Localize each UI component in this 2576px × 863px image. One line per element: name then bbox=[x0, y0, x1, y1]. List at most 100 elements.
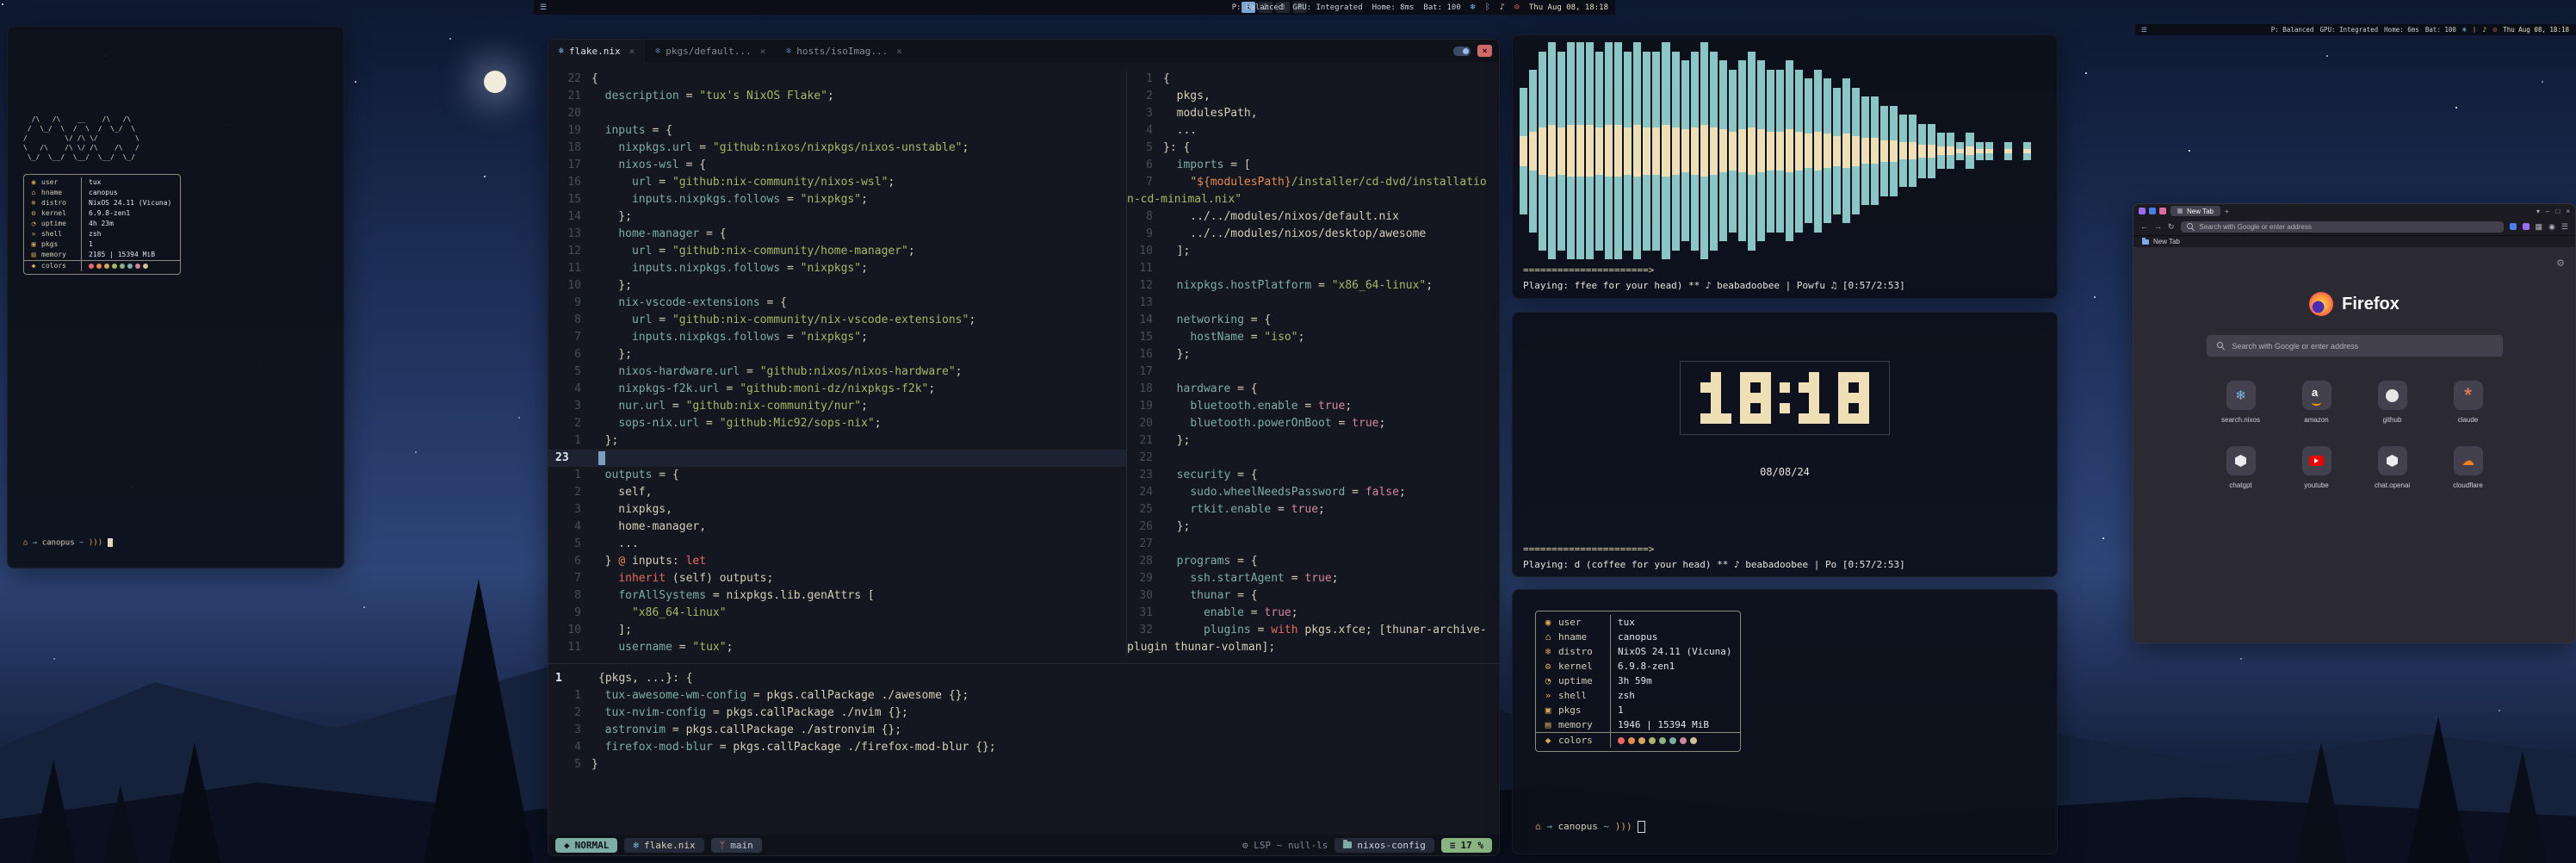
tab-close-icon[interactable]: × bbox=[629, 46, 635, 57]
browser-tab[interactable]: New Tab bbox=[2170, 206, 2220, 216]
code-text: nixpkgs.hostPlatform = "x86_64-linux"; bbox=[1163, 277, 1433, 295]
menu-icon[interactable]: ☰ bbox=[2561, 222, 2568, 232]
newtab-search-input[interactable]: Search with Google or enter address bbox=[2207, 335, 2503, 357]
bookmark-item[interactable]: New Tab bbox=[2153, 238, 2180, 245]
line-number: 3 bbox=[548, 501, 591, 518]
line-number: 1 bbox=[548, 467, 591, 484]
shortcut-tile[interactable]: aamazon bbox=[2279, 381, 2355, 424]
fetch-label: colors bbox=[38, 260, 81, 271]
personalize-gear-icon[interactable]: ⚙ bbox=[2556, 258, 2565, 269]
code-text: inherit (self) outputs; bbox=[591, 570, 773, 587]
editor-tab[interactable]: ❄flake.nix× bbox=[548, 40, 645, 62]
prompt-arrow: → bbox=[1546, 821, 1552, 832]
editor-close-button[interactable]: × bbox=[1477, 45, 1492, 57]
bar-module: Bat: 100 bbox=[1423, 3, 1460, 12]
code-text: }; bbox=[1163, 346, 1190, 363]
new-tab-page: ⚙ Firefox Search with Google or enter ad… bbox=[2133, 247, 2575, 643]
terminal-window: /\ /\ __ /\ /\ / \_/ \ / \ / \_/ \ / \/ … bbox=[7, 26, 344, 568]
launcher-icon[interactable]: ☰ bbox=[534, 3, 553, 12]
shell-prompt[interactable]: ⌂ → canopus ~ ))) bbox=[1535, 821, 1645, 833]
youtube-icon bbox=[2309, 456, 2324, 466]
cava-bar bbox=[2023, 142, 2031, 160]
volume-icon[interactable]: ♪ bbox=[2483, 27, 2487, 34]
buffer-toggle[interactable] bbox=[1453, 47, 1471, 56]
maximize-button[interactable]: □ bbox=[2555, 208, 2560, 215]
code-line: 25 rtkit.enable = true; bbox=[1127, 501, 1499, 518]
code-line: 20 bluetooth.powerOnBoot = true; bbox=[1127, 415, 1499, 432]
pinned-tab-3[interactable] bbox=[2159, 208, 2166, 214]
pinned-tab-1[interactable] bbox=[2139, 208, 2146, 214]
line-number: 21 bbox=[1127, 432, 1163, 450]
shell-prompt[interactable]: ⌂ → canopus ~ ))) bbox=[23, 538, 113, 548]
clock-digit bbox=[1838, 372, 1869, 424]
cava-bar bbox=[1814, 70, 1822, 233]
url-bar[interactable]: Search with Google or enter address bbox=[2181, 221, 2504, 233]
code-text: description = "tux's NixOS Flake"; bbox=[591, 88, 834, 105]
shortcut-tile[interactable]: chatgpt bbox=[2203, 446, 2279, 489]
shortcut-tile[interactable]: youtube bbox=[2279, 446, 2355, 489]
line-number: 23 bbox=[548, 450, 598, 467]
clock-display bbox=[1680, 361, 1890, 435]
color-dot bbox=[135, 264, 140, 269]
fetch-icon: ⚙ bbox=[1536, 659, 1555, 674]
shortcut-tile[interactable]: chat.openai bbox=[2355, 446, 2430, 489]
line-number: 14 bbox=[548, 208, 591, 226]
editor-tab[interactable]: ❄hosts/isoImag...× bbox=[776, 40, 913, 62]
code-text: { bbox=[1163, 71, 1170, 88]
buffer-pkgs-default[interactable]: 1{pkgs, ...}: {1 tux-awesome-wm-config =… bbox=[548, 664, 1499, 773]
launcher-icon[interactable]: ☰ bbox=[2135, 26, 2153, 34]
nix-icon[interactable]: ❄ bbox=[2462, 27, 2467, 34]
extension-icon[interactable] bbox=[2523, 223, 2530, 230]
account-icon[interactable]: ◉ bbox=[2548, 222, 2555, 232]
shortcut-tile[interactable]: *claude bbox=[2430, 381, 2506, 424]
claude-icon: * bbox=[2464, 389, 2472, 401]
bitwarden-extension-icon[interactable] bbox=[2510, 223, 2517, 230]
buffer-flake-nix[interactable]: 22{21 description = "tux's NixOS Flake";… bbox=[548, 71, 1126, 656]
color-dot bbox=[96, 264, 102, 269]
power-icon[interactable]: ⊙ bbox=[1514, 3, 1520, 12]
folder-icon bbox=[1343, 841, 1352, 848]
code-line: 6 imports = [ bbox=[1127, 157, 1499, 174]
close-button[interactable]: × bbox=[2566, 208, 2570, 215]
buffer-iso-image[interactable]: 1{2 pkgs,3 modulesPath,4 ...5}: {6 impor… bbox=[1127, 71, 1499, 656]
cava-bar bbox=[1928, 124, 1935, 178]
cava-bar bbox=[1748, 52, 1756, 251]
shortcut-tile[interactable]: github bbox=[2355, 381, 2430, 424]
code-text: nix-vscode-extensions = { bbox=[591, 295, 787, 312]
back-icon[interactable]: ← bbox=[2140, 222, 2148, 232]
code-text: imports = [ bbox=[1163, 157, 1251, 174]
clock-wrap bbox=[1513, 361, 2057, 435]
code-line: 14 networking = { bbox=[1127, 312, 1499, 329]
cava-bar bbox=[1795, 70, 1803, 233]
new-tab-button[interactable]: + bbox=[2225, 208, 2229, 215]
shortcut-icon-box: a bbox=[2302, 381, 2331, 410]
bluetooth-icon[interactable]: ᛒ bbox=[1485, 3, 1490, 12]
nix-icon[interactable]: ❄ bbox=[1471, 3, 1476, 12]
tab-close-icon[interactable]: × bbox=[896, 46, 902, 57]
editor-tab[interactable]: ❄pkgs/default...× bbox=[645, 40, 776, 62]
statusline: ◆ NORMAL ❄ flake.nix ᛘ main ⚙ LSP ~ null… bbox=[548, 835, 1499, 855]
palette-icon: ◆ bbox=[24, 260, 38, 271]
minimize-button[interactable]: – bbox=[2546, 208, 2549, 215]
shortcut-tile[interactable]: ❄search.nixos bbox=[2203, 381, 2279, 424]
pinned-tab-2[interactable] bbox=[2149, 208, 2156, 214]
code-line: 7 inherit (self) outputs; bbox=[548, 570, 1126, 587]
reload-icon[interactable]: ↻ bbox=[2168, 222, 2175, 232]
forward-icon[interactable]: → bbox=[2154, 222, 2162, 232]
extensions-icon[interactable]: ▦ bbox=[2536, 222, 2543, 232]
line-number: 21 bbox=[548, 88, 591, 105]
line-number: 3 bbox=[548, 722, 591, 739]
firefox-logo-icon bbox=[2309, 292, 2333, 316]
code-line: 19 inputs = { bbox=[548, 122, 1126, 140]
power-icon[interactable]: ⊙ bbox=[2492, 27, 2497, 34]
line-number: 20 bbox=[548, 105, 591, 122]
tab-close-icon[interactable]: × bbox=[760, 46, 766, 57]
lsp-status: ⚙ LSP ~ null-ls bbox=[1242, 840, 1328, 851]
shortcut-tile[interactable]: ☁cloudflare bbox=[2430, 446, 2506, 489]
tab-list-icon[interactable]: ▾ bbox=[2536, 208, 2540, 215]
volume-icon[interactable]: ♪ bbox=[1500, 3, 1505, 12]
bluetooth-icon[interactable]: ᛒ bbox=[2473, 27, 2477, 34]
fetch-icon: ⚙ bbox=[24, 208, 38, 219]
shortcut-grid: ❄search.nixosaamazongithub*claude chatgpt… bbox=[2133, 381, 2575, 489]
line-number: 8 bbox=[548, 312, 591, 329]
